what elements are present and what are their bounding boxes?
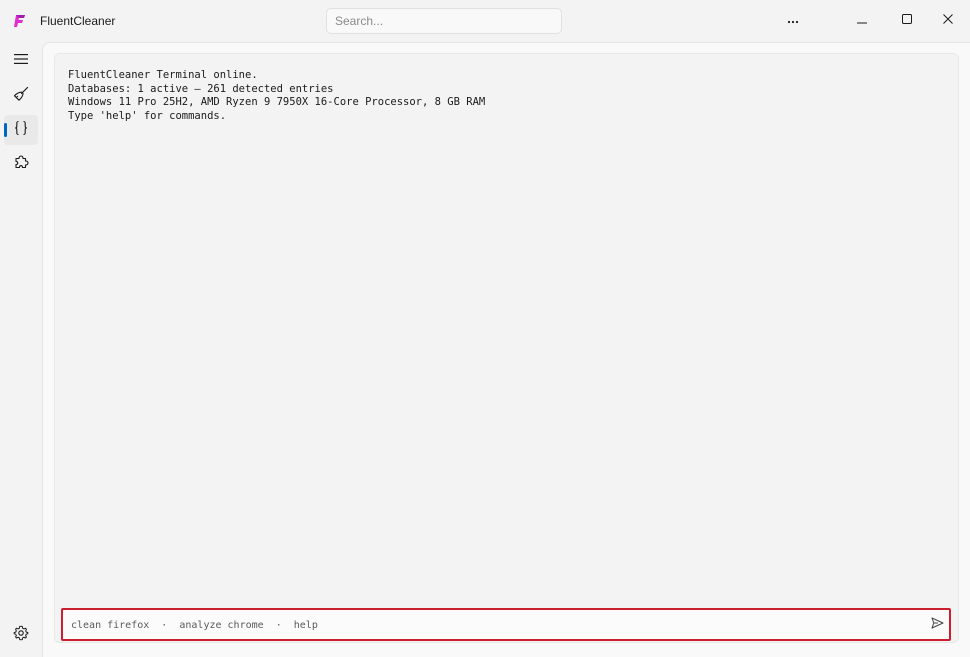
terminal-line: Type 'help' for commands. <box>68 109 227 122</box>
maximize-button[interactable] <box>887 0 927 40</box>
sidebar-item-terminal[interactable] <box>4 115 38 145</box>
sidebar-item-plugins[interactable] <box>4 149 38 179</box>
more-options-button[interactable] <box>773 0 813 40</box>
send-icon <box>931 616 944 634</box>
minimize-icon <box>857 11 867 29</box>
selected-indicator <box>4 123 7 137</box>
command-bar <box>61 608 951 641</box>
send-button[interactable] <box>929 617 945 633</box>
maximize-icon <box>902 11 912 29</box>
close-button[interactable] <box>928 0 968 40</box>
hamburger-menu-icon <box>14 52 28 70</box>
app-title: FluentCleaner <box>40 14 116 28</box>
terminal-line: FluentCleaner Terminal online. <box>68 69 258 81</box>
puzzle-icon <box>13 154 29 175</box>
command-input[interactable] <box>71 617 911 633</box>
app-window: FluentCleaner Search... FluentCleaner Te… <box>0 0 970 657</box>
title-bar: FluentCleaner <box>0 0 970 42</box>
more-options-icon <box>787 11 799 29</box>
minimize-button[interactable] <box>842 0 882 40</box>
main-content: FluentCleaner Terminal online. Databases… <box>42 42 970 657</box>
search-input[interactable] <box>326 8 562 34</box>
terminal-output: FluentCleaner Terminal online. Databases… <box>68 69 485 123</box>
sidebar-menu-toggle[interactable] <box>4 46 38 76</box>
curly-braces-icon <box>13 120 29 141</box>
fluentcleaner-logo-icon <box>14 14 26 28</box>
sidebar-item-settings[interactable] <box>4 620 38 650</box>
terminal-panel: FluentCleaner Terminal online. Databases… <box>54 53 959 643</box>
sidebar <box>0 42 42 657</box>
sidebar-item-clean[interactable] <box>4 81 38 111</box>
terminal-line: Databases: 1 active – 261 detected entri… <box>68 82 334 95</box>
broom-icon <box>13 86 29 107</box>
terminal-line: Windows 11 Pro 25H2, AMD Ryzen 9 7950X 1… <box>68 96 486 109</box>
gear-icon <box>13 625 29 646</box>
close-icon <box>943 11 953 29</box>
